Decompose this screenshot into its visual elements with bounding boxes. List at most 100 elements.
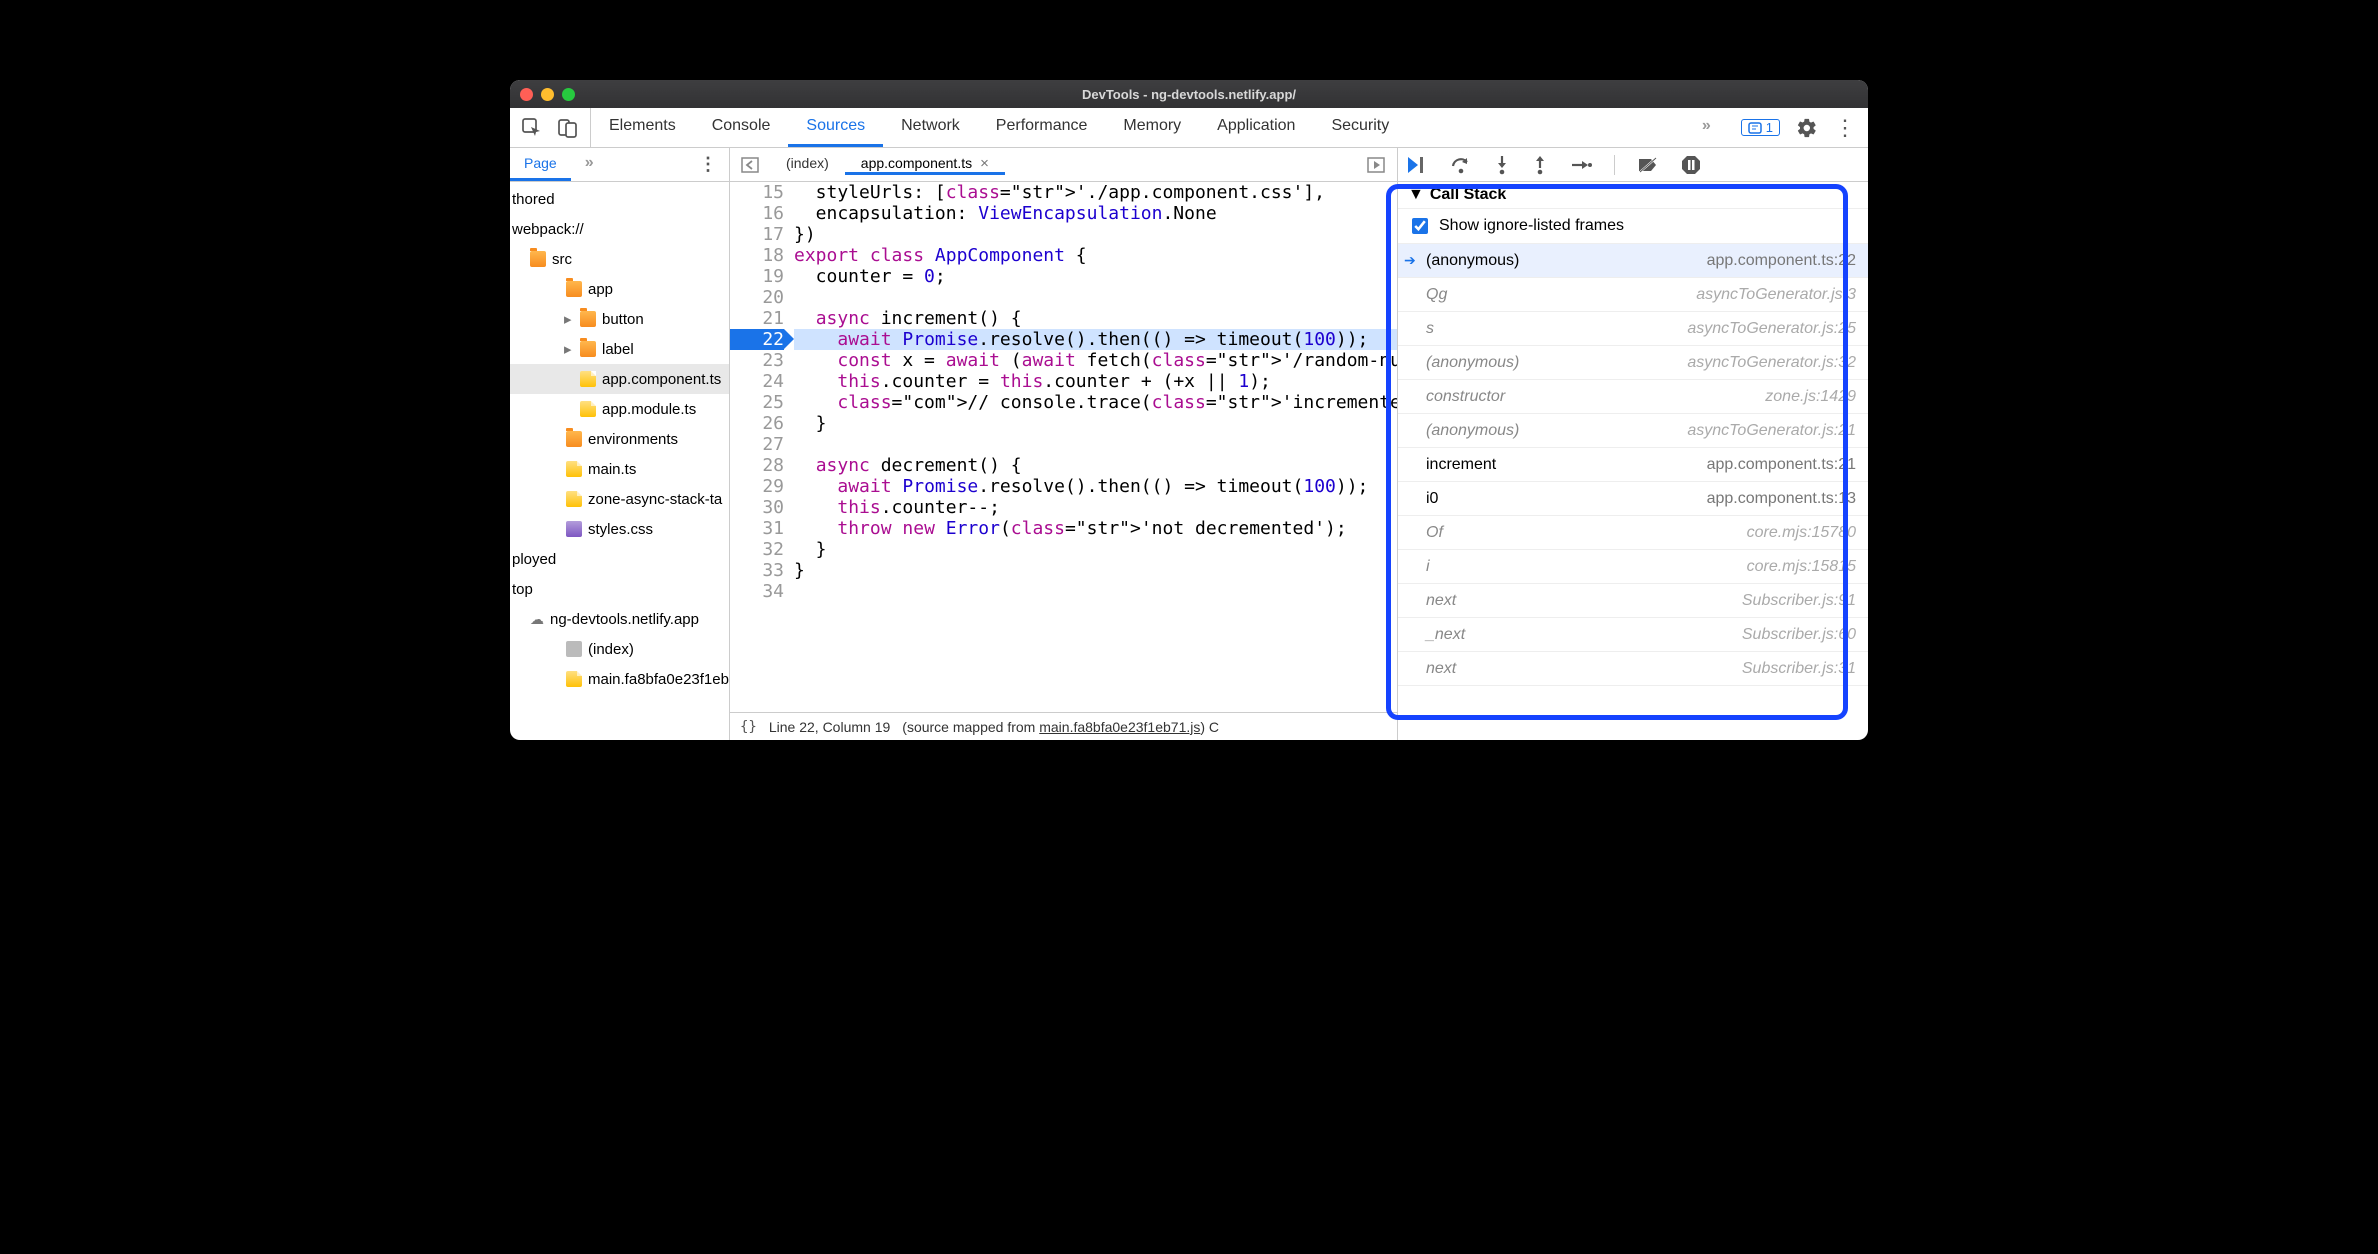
tree-item[interactable]: thored bbox=[510, 184, 729, 214]
minimize-icon[interactable] bbox=[541, 88, 554, 101]
stack-frame[interactable]: (anonymous)app.component.ts:22 bbox=[1398, 244, 1868, 278]
panel-tab-application[interactable]: Application bbox=[1199, 108, 1313, 147]
resume-icon[interactable] bbox=[1406, 155, 1428, 175]
source-map-note: (source mapped from main.fa8bfa0e23f1eb7… bbox=[902, 719, 1219, 735]
maximize-icon[interactable] bbox=[562, 88, 575, 101]
nav-back-icon[interactable] bbox=[730, 156, 770, 174]
tree-item[interactable]: app.module.ts bbox=[510, 394, 729, 424]
navigator-tab-page[interactable]: Page bbox=[510, 148, 571, 181]
step-out-icon[interactable] bbox=[1532, 155, 1548, 175]
frame-location: Subscriber.js:91 bbox=[1742, 592, 1856, 610]
panel-tab-network[interactable]: Network bbox=[883, 108, 978, 147]
tree-item[interactable]: ▸label bbox=[510, 334, 729, 364]
panel-tab-elements[interactable]: Elements bbox=[591, 108, 694, 147]
editor-tab[interactable]: app.component.ts× bbox=[845, 155, 1005, 175]
tree-item[interactable]: main.ts bbox=[510, 454, 729, 484]
body: Page » ⋮ thoredwebpack://src app ▸button▸l… bbox=[510, 148, 1868, 740]
stack-frame[interactable]: (anonymous)asyncToGenerator.js:21 bbox=[1398, 414, 1868, 448]
stack-frame[interactable]: Ofcore.mjs:15780 bbox=[1398, 516, 1868, 550]
more-tabs-button[interactable]: » bbox=[1684, 108, 1729, 147]
tree-item[interactable]: webpack:// bbox=[510, 214, 729, 244]
stack-frame[interactable]: (anonymous)asyncToGenerator.js:32 bbox=[1398, 346, 1868, 380]
inspect-icon[interactable] bbox=[522, 118, 542, 138]
disclosure-icon: ▼ bbox=[1408, 186, 1424, 204]
tree-item[interactable]: src bbox=[510, 244, 729, 274]
stack-frame[interactable]: _nextSubscriber.js:60 bbox=[1398, 618, 1868, 652]
stack-frame[interactable]: nextSubscriber.js:31 bbox=[1398, 652, 1868, 686]
stack-frame[interactable]: constructorzone.js:1429 bbox=[1398, 380, 1868, 414]
step-over-icon[interactable] bbox=[1450, 156, 1472, 174]
panel-tabbar: ElementsConsoleSourcesNetworkPerformance… bbox=[510, 108, 1868, 148]
tree-item[interactable]: environments bbox=[510, 424, 729, 454]
tree-label: (index) bbox=[588, 641, 634, 658]
tree-item[interactable]: (index) bbox=[510, 634, 729, 664]
tree-label: zone-async-stack-ta bbox=[588, 491, 722, 508]
navigator-overflow-icon[interactable]: ⋮ bbox=[687, 154, 729, 175]
step-into-icon[interactable] bbox=[1494, 155, 1510, 175]
navigator-more-button[interactable]: » bbox=[571, 148, 608, 181]
tree-item[interactable]: app bbox=[510, 274, 729, 304]
panel-tab-memory[interactable]: Memory bbox=[1105, 108, 1199, 147]
code-area[interactable]: 1516171819202122232425262728293031323334… bbox=[730, 182, 1397, 712]
tree-label: ployed bbox=[512, 551, 556, 568]
tree-label: label bbox=[602, 341, 634, 358]
panel-tab-security[interactable]: Security bbox=[1313, 108, 1407, 147]
panel-tab-sources[interactable]: Sources bbox=[788, 108, 883, 147]
issues-button[interactable]: 1 bbox=[1741, 119, 1780, 136]
editor-pane: (index)app.component.ts× 151617181920212… bbox=[730, 148, 1398, 740]
show-ignore-listed-toggle[interactable]: Show ignore-listed frames bbox=[1398, 209, 1868, 244]
tree-item[interactable]: app.component.ts bbox=[510, 364, 729, 394]
tree-label: styles.css bbox=[588, 521, 653, 538]
close-icon[interactable]: × bbox=[980, 155, 989, 172]
close-icon[interactable] bbox=[520, 88, 533, 101]
window-title: DevTools - ng-devtools.netlify.app/ bbox=[510, 87, 1868, 102]
pretty-print-icon[interactable]: {} bbox=[740, 719, 757, 735]
kebab-icon[interactable]: ⋮ bbox=[1834, 115, 1856, 141]
tree-item[interactable]: ☁ng-devtools.netlify.app bbox=[510, 604, 729, 634]
stack-frame[interactable]: sasyncToGenerator.js:25 bbox=[1398, 312, 1868, 346]
deactivate-breakpoints-icon[interactable] bbox=[1637, 156, 1659, 174]
cursor-position: Line 22, Column 19 bbox=[769, 719, 890, 735]
stack-frame[interactable]: QgasyncToGenerator.js:3 bbox=[1398, 278, 1868, 312]
panel-tab-performance[interactable]: Performance bbox=[978, 108, 1106, 147]
tree-item[interactable]: ployed bbox=[510, 544, 729, 574]
file-icon bbox=[566, 641, 582, 657]
step-icon[interactable] bbox=[1570, 157, 1592, 173]
editor-tab[interactable]: (index) bbox=[770, 155, 845, 174]
tree-label: environments bbox=[588, 431, 678, 448]
file-tree: thoredwebpack://src app ▸button▸labelapp.c… bbox=[510, 182, 729, 740]
tree-item[interactable]: styles.css bbox=[510, 514, 729, 544]
frame-location: asyncToGenerator.js:25 bbox=[1687, 320, 1856, 338]
tree-label: app.module.ts bbox=[602, 401, 696, 418]
stack-frame[interactable]: incrementapp.component.ts:21 bbox=[1398, 448, 1868, 482]
file-icon bbox=[580, 371, 596, 387]
file-icon bbox=[566, 521, 582, 537]
stack-frame[interactable]: i0app.component.ts:13 bbox=[1398, 482, 1868, 516]
stack-frame[interactable]: icore.mjs:15815 bbox=[1398, 550, 1868, 584]
pause-exceptions-icon[interactable] bbox=[1681, 155, 1701, 175]
frame-location: app.component.ts:13 bbox=[1707, 490, 1856, 508]
source-map-link[interactable]: main.fa8bfa0e23f1eb71.js bbox=[1039, 719, 1200, 735]
tree-item[interactable]: main.fa8bfa0e23f1eb bbox=[510, 664, 729, 694]
panel-tab-console[interactable]: Console bbox=[694, 108, 789, 147]
frame-location: zone.js:1429 bbox=[1765, 388, 1856, 406]
tree-item[interactable]: ▸button bbox=[510, 304, 729, 334]
tree-item[interactable]: top bbox=[510, 574, 729, 604]
folder-icon bbox=[530, 251, 546, 267]
tree-item[interactable]: zone-async-stack-ta bbox=[510, 484, 729, 514]
frame-location: core.mjs:15815 bbox=[1747, 558, 1856, 576]
frame-name: Of bbox=[1426, 524, 1443, 542]
stack-frame[interactable]: next Subscriber.js:91 bbox=[1398, 584, 1868, 618]
navigator-tabs: Page » ⋮ bbox=[510, 148, 729, 182]
frame-name: next bbox=[1426, 592, 1456, 610]
titlebar: DevTools - ng-devtools.netlify.app/ bbox=[510, 80, 1868, 108]
frame-name: _next bbox=[1426, 626, 1465, 644]
frame-location: asyncToGenerator.js:32 bbox=[1687, 354, 1856, 372]
call-stack-header[interactable]: ▼ Call Stack bbox=[1398, 182, 1868, 209]
debugger-toolbar bbox=[1398, 148, 1868, 182]
tree-label: app bbox=[588, 281, 613, 298]
run-snippet-icon[interactable] bbox=[1355, 156, 1397, 174]
show-ignore-checkbox[interactable] bbox=[1412, 218, 1428, 234]
device-icon[interactable] bbox=[558, 118, 578, 138]
settings-icon[interactable] bbox=[1796, 117, 1818, 139]
